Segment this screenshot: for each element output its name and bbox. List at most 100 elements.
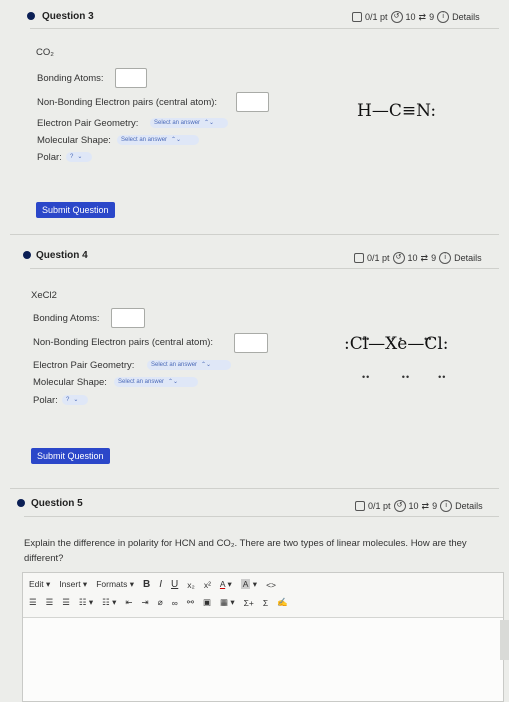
score-text: 0/1 pt: [367, 253, 390, 263]
epg-select-value: Select an answer: [154, 120, 201, 126]
molecule-label: XeCl2: [31, 290, 57, 301]
attempts-icon: ⇄: [421, 500, 430, 511]
background-color-label: A: [240, 579, 251, 589]
editor-toolbar-row2: ☰ ☰ ☰ ☷ ▾ ☷ ▾ ⇤ ⇥ ⌀ ∞ ⚯ ▣ ▦ ▾ Σ+ Σ ✍: [29, 597, 288, 608]
info-icon[interactable]: i: [439, 252, 452, 264]
bullet-list-icon[interactable]: ☷ ▾: [79, 597, 93, 608]
question-title: Question 5: [31, 498, 83, 509]
equation-sum-icon[interactable]: Σ+: [244, 598, 254, 608]
divider: [10, 488, 499, 489]
shape-select-value: Select an answer: [118, 379, 165, 385]
submit-question-button[interactable]: Submit Question: [31, 448, 110, 464]
question-bullet: [17, 499, 25, 507]
info-icon[interactable]: i: [440, 500, 453, 512]
attempts-count: 9: [429, 12, 435, 22]
retries-count: 10: [407, 253, 418, 263]
info-icon[interactable]: i: [437, 11, 450, 23]
superscript-button[interactable]: x²: [204, 580, 211, 590]
lone-pair-dots-bottom: •• •• ••: [362, 372, 447, 382]
shape-select[interactable]: Select an answer ⌃⌄: [117, 135, 199, 145]
subscript-button[interactable]: x₂: [187, 580, 195, 590]
attach-icon[interactable]: ⌀: [158, 597, 163, 608]
scrollbar[interactable]: [500, 620, 509, 660]
retry-icon: ↺: [390, 11, 403, 23]
details-link[interactable]: Details: [454, 253, 482, 263]
editor-text-area[interactable]: [23, 617, 503, 701]
outdent-icon[interactable]: ⇤: [125, 597, 132, 608]
question-bullet: [27, 12, 35, 20]
polar-select[interactable]: ? ⌄: [66, 152, 92, 162]
align-left-icon[interactable]: ☰: [29, 597, 37, 608]
epg-label: Electron Pair Geometry:: [37, 118, 139, 129]
attempts-icon: ⇄: [420, 252, 429, 263]
shape-select-value: Select an answer: [121, 137, 168, 143]
polar-select-value: ?: [66, 397, 70, 403]
divider: [30, 268, 499, 269]
unlink-icon[interactable]: ⚯: [187, 597, 194, 608]
handwrite-icon[interactable]: ✍: [277, 597, 288, 608]
rich-text-editor: Edit ▾ Insert ▾ Formats ▾ B I U x₂ x² A …: [22, 572, 504, 702]
attempts-count: 9: [432, 501, 438, 511]
polar-label: Polar:: [33, 395, 58, 406]
dropdown-icon: ⌃⌄: [201, 362, 212, 368]
font-color-label: A: [219, 579, 226, 589]
sigma-icon[interactable]: Σ: [263, 598, 268, 608]
divider: [24, 516, 499, 517]
question-meta: 0/1 pt ↺ 10 ⇄ 9 i Details: [352, 11, 480, 23]
question-bullet: [23, 251, 31, 259]
indent-icon[interactable]: ⇥: [142, 597, 149, 608]
retry-icon: ↺: [393, 500, 406, 512]
score-icon: [355, 501, 365, 511]
attempts-count: 9: [431, 253, 437, 263]
nonbonding-input[interactable]: [234, 333, 268, 353]
bonding-atoms-input[interactable]: [111, 308, 145, 328]
retries-count: 10: [408, 501, 419, 511]
link-icon[interactable]: ∞: [172, 598, 178, 608]
retries-count: 10: [405, 12, 416, 22]
attempts-icon: ⇄: [418, 11, 427, 22]
dropdown-icon: ⌄: [77, 154, 83, 160]
epg-select[interactable]: Select an answer ⌃⌄: [150, 118, 228, 128]
bonding-atoms-label: Bonding Atoms:: [33, 313, 100, 324]
details-link[interactable]: Details: [455, 501, 483, 511]
polar-select[interactable]: ? ⌄: [62, 395, 88, 405]
font-color-button[interactable]: A ▾: [220, 579, 232, 590]
details-link[interactable]: Details: [452, 12, 480, 22]
menu-insert[interactable]: Insert ▾: [59, 579, 87, 590]
menu-formats[interactable]: Formats ▾: [96, 579, 134, 590]
polar-select-value: ?: [70, 154, 74, 160]
dropdown-icon: ⌃⌄: [168, 379, 179, 385]
underline-button[interactable]: U: [171, 579, 178, 590]
divider: [30, 28, 499, 29]
score-icon: [354, 253, 364, 263]
table-icon[interactable]: ▦ ▾: [220, 597, 235, 608]
shape-select[interactable]: Select an answer ⌃⌄: [114, 377, 198, 387]
italic-button[interactable]: I: [159, 579, 162, 590]
question-meta: 0/1 pt ↺ 10 ⇄ 9 i Details: [354, 252, 482, 264]
menu-insert-label: Insert: [59, 579, 81, 589]
bold-button[interactable]: B: [143, 579, 150, 590]
question-prompt: Explain the difference in polarity for H…: [24, 538, 467, 564]
menu-edit-label: Edit: [29, 579, 44, 589]
image-icon[interactable]: ▣: [203, 597, 211, 608]
score-text: 0/1 pt: [368, 501, 391, 511]
epg-select[interactable]: Select an answer ⌃⌄: [147, 360, 231, 370]
dropdown-icon: ⌃⌄: [204, 120, 215, 126]
question-meta: 0/1 pt ↺ 10 ⇄ 9 i Details: [355, 500, 483, 512]
align-center-icon[interactable]: ☰: [46, 597, 54, 608]
menu-edit[interactable]: Edit ▾: [29, 579, 50, 590]
shape-label: Molecular Shape:: [33, 377, 107, 388]
code-button[interactable]: <>: [266, 580, 276, 590]
align-right-icon[interactable]: ☰: [62, 597, 70, 608]
numbered-list-icon[interactable]: ☷ ▾: [102, 597, 116, 608]
question-title: Question 3: [42, 11, 94, 22]
score-icon: [352, 12, 362, 22]
bonding-atoms-label: Bonding Atoms:: [37, 73, 104, 84]
bonding-atoms-input[interactable]: [115, 68, 147, 88]
dropdown-icon: ⌄: [73, 397, 79, 403]
submit-question-button[interactable]: Submit Question: [36, 202, 115, 218]
background-color-button[interactable]: A ▾: [240, 579, 257, 590]
lewis-structure-hcn: H—C≡N:: [357, 101, 437, 121]
nonbonding-label: Non-Bonding Electron pairs (central atom…: [33, 337, 214, 348]
nonbonding-input[interactable]: [236, 92, 269, 112]
